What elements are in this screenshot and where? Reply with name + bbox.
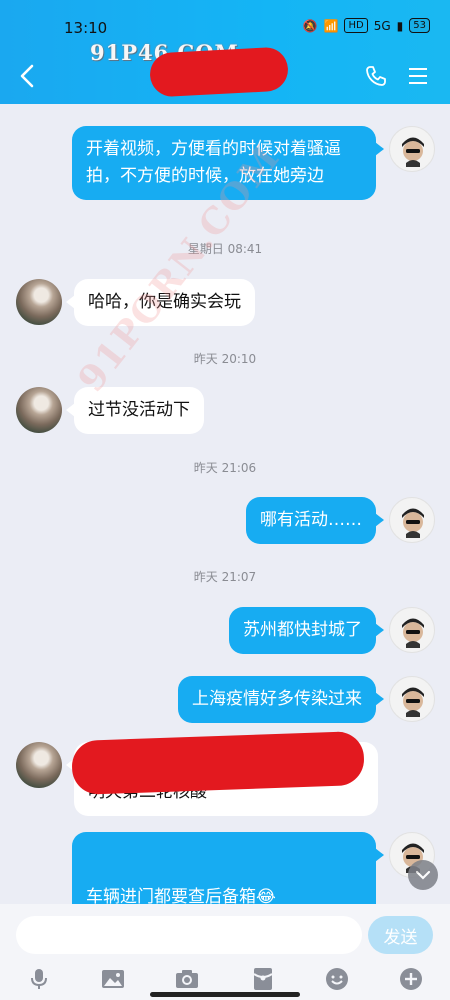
input-bar: 发送 <box>0 904 450 1000</box>
timestamp: 昨天 21:07 <box>193 570 257 584</box>
timestamp: 昨天 21:06 <box>193 461 257 475</box>
mic-icon[interactable] <box>26 966 52 992</box>
bubble-tail <box>375 623 384 637</box>
contact-avatar[interactable] <box>16 279 62 325</box>
redacted-contact-name <box>148 46 290 98</box>
red-packet-icon[interactable] <box>250 966 276 992</box>
battery-level: 53 <box>409 18 430 33</box>
redacted-message-text <box>71 730 365 796</box>
message-bubble-received[interactable]: 过节没活动下 <box>74 387 204 434</box>
chat-header: 13:10 🔕 📶 HD 5G ▮ 53 91P46.COM <box>0 0 450 104</box>
message-input[interactable] <box>16 916 362 954</box>
my-avatar[interactable] <box>389 126 435 172</box>
my-avatar[interactable] <box>389 607 435 653</box>
bubble-tail <box>375 692 384 706</box>
chevron-down-icon <box>415 870 431 880</box>
menu-icon[interactable] <box>406 64 430 88</box>
message-bubble-sent[interactable]: 苏州都快封城了 <box>229 607 376 654</box>
bubble-tail <box>375 513 384 527</box>
emoji-icon[interactable] <box>324 966 350 992</box>
back-arrow-icon[interactable] <box>14 60 42 92</box>
avatar-icon <box>402 618 424 648</box>
my-avatar[interactable] <box>389 497 435 543</box>
mute-icon: 🔕 <box>302 18 318 33</box>
message-bubble-sent[interactable]: 哪有活动…… <box>246 497 376 544</box>
signal-label: 5G <box>373 18 391 33</box>
plus-icon[interactable] <box>398 966 424 992</box>
home-indicator[interactable] <box>150 992 300 997</box>
image-icon[interactable] <box>100 966 126 992</box>
bubble-tail <box>375 848 384 862</box>
camera-icon[interactable] <box>174 966 200 992</box>
scroll-to-bottom-button[interactable] <box>408 860 438 890</box>
contact-avatar[interactable] <box>16 387 62 433</box>
status-icons: 🔕 📶 HD 5G ▮ 53 <box>303 18 430 33</box>
my-avatar[interactable] <box>389 676 435 722</box>
status-time: 13:10 <box>64 19 108 37</box>
timestamp: 昨天 20:10 <box>193 352 257 366</box>
signal-bars-icon: ▮ <box>396 18 404 33</box>
avatar-icon <box>402 508 424 538</box>
avatar-icon <box>402 687 424 717</box>
bubble-tail <box>375 142 384 156</box>
message-bubble-sent[interactable]: 车辆进门都要查后备箱😂 <box>72 832 376 904</box>
message-bubble-sent[interactable]: 上海疫情好多传染过来 <box>178 676 376 723</box>
message-list[interactable]: 开着视频，方便看的时候对着骚逼拍，不方便的时候，放在她旁边 星期日 08:41 … <box>0 104 450 904</box>
send-button[interactable]: 发送 <box>368 916 433 954</box>
contact-avatar[interactable] <box>16 742 62 788</box>
wifi-icon: 📶 <box>323 18 339 33</box>
phone-icon[interactable] <box>364 64 388 88</box>
avatar-icon <box>402 137 424 167</box>
hd-badge: HD <box>344 18 368 33</box>
